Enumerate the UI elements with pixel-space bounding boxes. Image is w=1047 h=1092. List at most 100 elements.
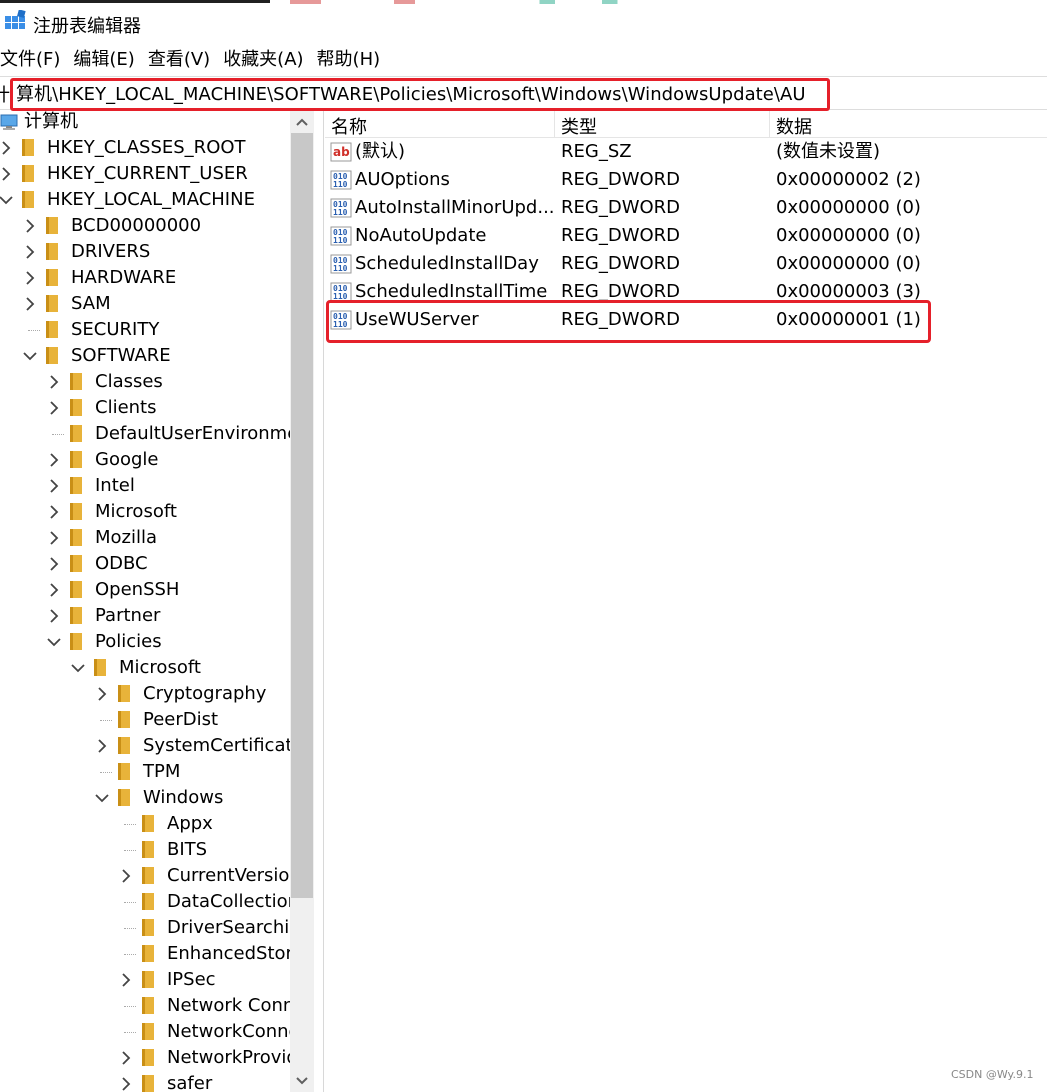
chevron-right-icon[interactable]: [46, 450, 62, 470]
column-data[interactable]: 数据: [776, 113, 812, 139]
chevron-right-icon[interactable]: [46, 398, 62, 418]
chevron-down-icon[interactable]: [94, 788, 110, 808]
chevron-right-icon[interactable]: [46, 476, 62, 496]
value-data: 0x00000000 (0): [776, 253, 921, 274]
chevron-right-icon[interactable]: [46, 502, 62, 522]
scroll-down-icon[interactable]: [290, 1070, 314, 1092]
tree-scrollbar[interactable]: [290, 111, 314, 1092]
tree-item-label: Microsoft: [119, 657, 201, 678]
chevron-right-icon[interactable]: [46, 554, 62, 574]
tree-item-label: Google: [95, 449, 159, 470]
tree-item[interactable]: CurrentVersion: [0, 863, 301, 889]
value-type: REG_DWORD: [561, 225, 681, 246]
chevron-right-icon[interactable]: [46, 606, 62, 626]
chevron-right-icon[interactable]: [0, 164, 14, 184]
tree-item[interactable]: Google: [0, 447, 290, 473]
chevron-right-icon[interactable]: [22, 242, 38, 262]
svg-text:110: 110: [333, 180, 348, 189]
chevron-down-icon[interactable]: [46, 632, 62, 652]
folder-icon: [142, 893, 154, 910]
value-row[interactable]: ab (默认) REG_SZ (数值未设置): [325, 138, 1047, 166]
menu-help[interactable]: 帮助(H): [317, 46, 388, 74]
tree-item[interactable]: BITS: [0, 837, 290, 863]
tree-item[interactable]: DefaultUserEnvironment: [0, 421, 314, 447]
scroll-up-icon[interactable]: [290, 111, 314, 133]
tree-item[interactable]: Microsoft: [0, 499, 290, 525]
tree-root[interactable]: 计算机: [0, 111, 290, 135]
chevron-right-icon[interactable]: [46, 528, 62, 548]
tree-item[interactable]: SystemCertificates: [0, 733, 313, 759]
tree-item[interactable]: Classes: [0, 369, 290, 395]
tree-item[interactable]: EnhancedStorageDevices: [0, 941, 314, 967]
tree-item[interactable]: Windows: [0, 785, 290, 811]
chevron-right-icon[interactable]: [118, 970, 134, 990]
tree-item[interactable]: IPSec: [0, 967, 290, 993]
column-type[interactable]: 类型: [561, 113, 597, 139]
tree-item[interactable]: safer: [0, 1071, 290, 1092]
chevron-right-icon[interactable]: [46, 372, 62, 392]
column-separator[interactable]: [769, 111, 770, 138]
tree-item[interactable]: Policies: [0, 629, 290, 655]
chevron-right-icon[interactable]: [22, 216, 38, 236]
tree-item-label: HKEY_CURRENT_USER: [47, 163, 248, 184]
scroll-thumb[interactable]: [291, 133, 313, 898]
chevron-right-icon[interactable]: [22, 294, 38, 314]
folder-icon: [142, 867, 154, 884]
tree-item-label: DefaultUserEnvironment: [95, 423, 314, 444]
tree-item[interactable]: DriverSearching: [0, 915, 312, 941]
tree-item[interactable]: HARDWARE: [0, 265, 290, 291]
column-separator[interactable]: [554, 111, 555, 138]
value-row[interactable]: 010 110 NoAutoUpdate REG_DWORD 0x00000000 (0…: [325, 222, 1047, 250]
tree-item-label: SAM: [71, 293, 111, 314]
tree-item[interactable]: TPM: [0, 759, 290, 785]
pane-splitter[interactable]: [314, 111, 324, 1092]
tree-item[interactable]: NetworkConnectivityStatusIndicator: [0, 1019, 314, 1045]
tree-item[interactable]: BCD00000000: [0, 213, 290, 239]
value-row[interactable]: 010 110 AUOptions REG_DWORD 0x00000002 (2): [325, 166, 1047, 194]
tree-item[interactable]: Mozilla: [0, 525, 290, 551]
tree-item[interactable]: OpenSSH: [0, 577, 290, 603]
chevron-right-icon[interactable]: [94, 736, 110, 756]
tree-item[interactable]: PeerDist: [0, 707, 290, 733]
tree-item[interactable]: SOFTWARE: [0, 343, 290, 369]
tree-item[interactable]: HKEY_CURRENT_USER: [0, 161, 290, 187]
chevron-right-icon[interactable]: [94, 684, 110, 704]
menu-file[interactable]: 文件(F): [0, 46, 67, 74]
tree-item[interactable]: NetworkProvider: [0, 1045, 314, 1071]
tree-item[interactable]: Partner: [0, 603, 290, 629]
chevron-right-icon[interactable]: [46, 580, 62, 600]
folder-icon: [118, 685, 130, 702]
value-list: 名称 类型 数据 ab (默认) REG_SZ (数值未设置) 010 110 AUOpti…: [325, 111, 1047, 1092]
chevron-right-icon[interactable]: [0, 138, 14, 158]
tree-item[interactable]: DRIVERS: [0, 239, 290, 265]
tree-item[interactable]: SAM: [0, 291, 290, 317]
chevron-down-icon[interactable]: [0, 190, 14, 210]
chevron-right-icon[interactable]: [118, 866, 134, 886]
column-name[interactable]: 名称: [331, 113, 367, 139]
chevron-down-icon[interactable]: [22, 346, 38, 366]
tree-item[interactable]: ODBC: [0, 551, 290, 577]
value-row[interactable]: 010 110 ScheduledInstallDay REG_DWORD 0x0000…: [325, 250, 1047, 278]
chevron-right-icon[interactable]: [118, 1048, 134, 1068]
tree-item[interactable]: HKEY_LOCAL_MACHINE: [0, 187, 290, 213]
tree-item[interactable]: Appx: [0, 811, 290, 837]
tree-item[interactable]: Clients: [0, 395, 290, 421]
folder-icon: [118, 763, 130, 780]
chevron-right-icon[interactable]: [22, 268, 38, 288]
tree-item[interactable]: Network Connections: [0, 993, 314, 1019]
tree-item[interactable]: Intel: [0, 473, 290, 499]
tree-item[interactable]: Microsoft: [0, 655, 290, 681]
menu-edit[interactable]: 编辑(E): [73, 46, 141, 74]
tree-item[interactable]: Cryptography: [0, 681, 290, 707]
tree-item[interactable]: SECURITY: [0, 317, 290, 343]
background-strip: [290, 0, 810, 4]
menu-view[interactable]: 查看(V): [148, 46, 217, 74]
tree-connector: [124, 954, 136, 955]
chevron-right-icon[interactable]: [118, 1074, 134, 1092]
chevron-down-icon[interactable]: [70, 658, 86, 678]
address-prefix: 计: [0, 85, 10, 106]
value-row[interactable]: 010 110 AutoInstallMinorUpd... REG_DWORD 0x0…: [325, 194, 1047, 222]
tree-item[interactable]: HKEY_CLASSES_ROOT: [0, 135, 290, 161]
menu-favorites[interactable]: 收藏夹(A): [223, 46, 310, 74]
tree-item[interactable]: DataCollection: [0, 889, 299, 915]
